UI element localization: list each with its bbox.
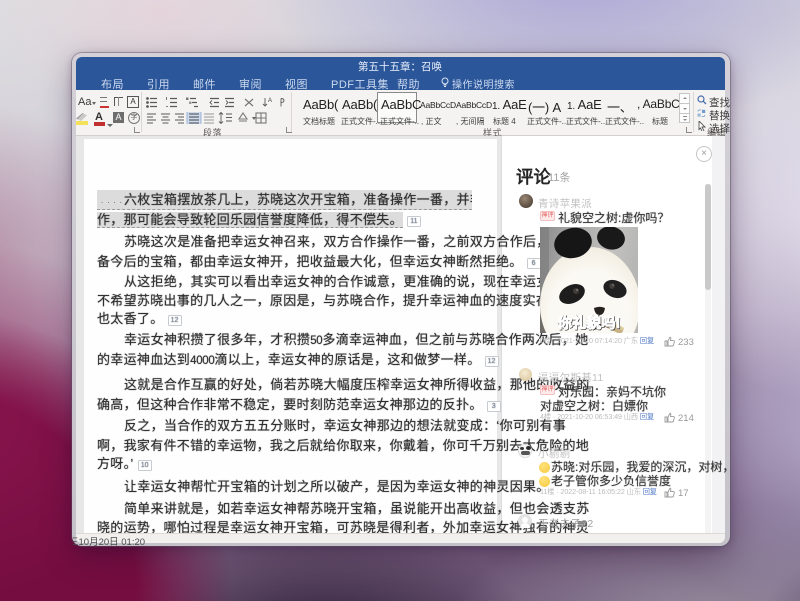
svg-text:A: A xyxy=(268,98,272,104)
svg-text:你礼貌吗!: 你礼貌吗! xyxy=(557,314,621,332)
